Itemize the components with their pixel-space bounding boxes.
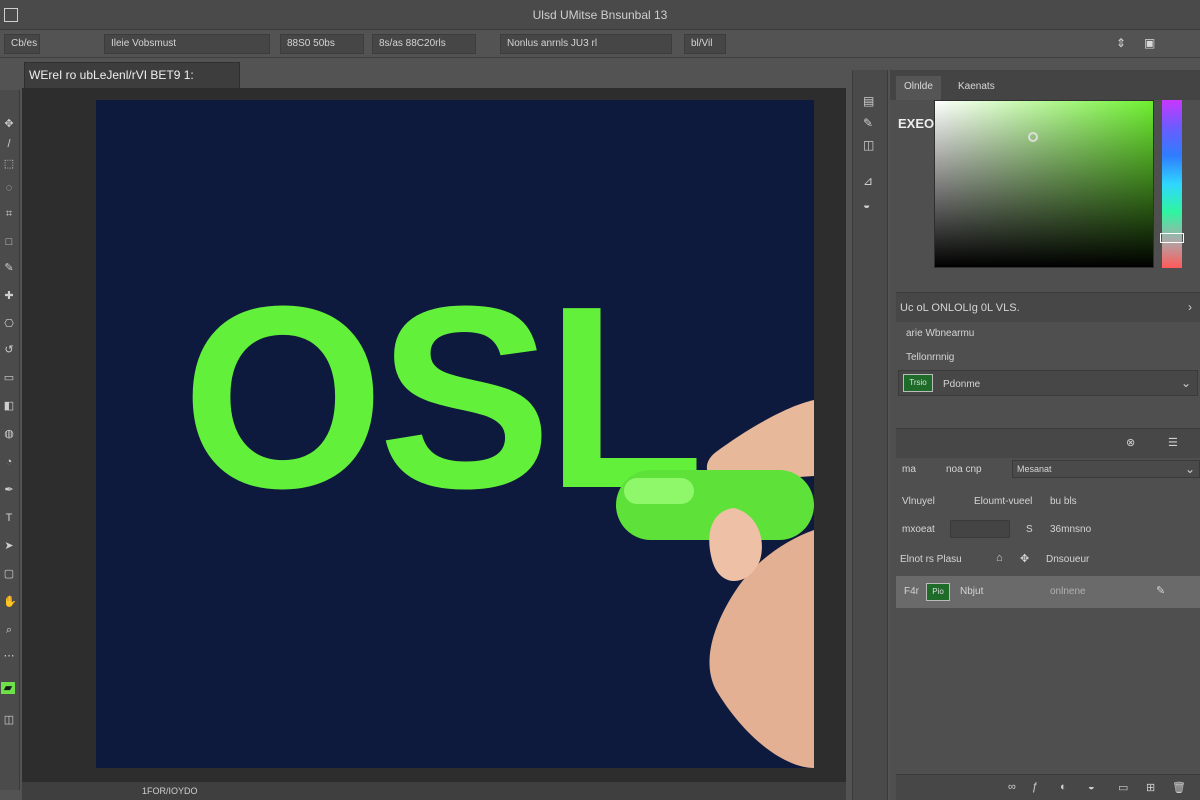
zoom-tool-icon[interactable]: ⌕ <box>3 624 15 636</box>
pen-tool-icon[interactable]: ✒ <box>3 484 15 496</box>
preset-label: Pdonme <box>943 379 981 390</box>
eraser-tool-icon[interactable]: ▭ <box>3 372 15 384</box>
move-tool-icon[interactable]: ✥ <box>3 118 15 130</box>
tools-panel: ✥ / ⬚ ◌ ⌗ □ ✎ ✚ ⎔ ↺ ▭ ◧ ◍ ◔ ✒ T ➤ ▢ ✋ ⌕ … <box>0 90 20 790</box>
options-field-3[interactable]: 88S0 50bs <box>280 34 364 54</box>
frame-tool-icon[interactable]: □ <box>3 236 15 248</box>
blend-kind: noa cnp <box>946 464 982 475</box>
path-selection-icon[interactable]: ➤ <box>3 540 15 552</box>
color-picker-cursor[interactable] <box>1028 132 1038 142</box>
properties-header: Uc oL ONLOLIg 0L VLS. › <box>896 292 1200 322</box>
layer-name[interactable]: Nbjut <box>960 586 983 597</box>
hex-label: EXEO <box>898 116 935 131</box>
fill-slider[interactable] <box>950 520 1010 538</box>
layers-footer: ∞ ƒ ◐ ◒ ▭ ⊞ 🗑 <box>896 774 1200 800</box>
options-field-5[interactable]: Nonlus anrnls JU3 rl <box>500 34 672 54</box>
clone-tool-icon[interactable]: ⎔ <box>3 318 15 330</box>
layer-extra: onlnene <box>1050 586 1086 597</box>
foreground-color-icon[interactable]: ▰ <box>1 682 15 694</box>
marquee-tool-icon[interactable]: ⬚ <box>3 158 15 170</box>
color-panel-tabs: Olnlde Kaenats <box>890 70 1200 100</box>
layer-row[interactable]: F4r Pio Nbjut onlnene ✎ <box>896 576 1200 608</box>
fx-icon[interactable]: ƒ <box>1032 781 1038 793</box>
layer-style-icon[interactable]: ✎ <box>1156 584 1165 597</box>
right-panel: Olnlde Kaenats EXEO Uc oL ONLOLIg 0L VLS… <box>890 70 1200 800</box>
hand-holding-marker <box>616 400 814 768</box>
options-field-1[interactable]: Cb/es <box>4 34 40 54</box>
fill-value[interactable]: S <box>1026 524 1033 535</box>
opacity-value[interactable]: Eloumt-vueel <box>974 496 1032 507</box>
lock-options: Dnsoueur <box>1046 554 1090 565</box>
blend-mode-select[interactable]: Mesanat ⌄ <box>1012 460 1200 478</box>
history-brush-icon[interactable]: ↺ <box>3 344 15 356</box>
filter-icon[interactable]: ⊗ <box>1126 436 1135 449</box>
eyedropper-tool-icon[interactable]: ✎ <box>3 262 15 274</box>
properties-row-1: arie Wbnearmu <box>906 328 975 339</box>
trash-icon[interactable]: 🗑 <box>1172 781 1186 794</box>
tab-swatches[interactable]: Kaenats <box>950 76 1003 100</box>
panel-menu-icon[interactable]: ☰ <box>1168 436 1178 449</box>
layer-visibility[interactable]: F4r <box>904 586 919 597</box>
workspace-icon[interactable]: ▣ <box>1144 36 1155 50</box>
options-field-4[interactable]: 8s/as 88C20rls <box>372 34 476 54</box>
preset-dropdown[interactable]: Trsio Pdonme ⌄ <box>898 370 1198 396</box>
window-title: Ulsd UMitse Bnsunbal 13 <box>532 8 668 22</box>
crop-tool-icon[interactable]: ⌗ <box>3 208 15 220</box>
color-field[interactable] <box>934 100 1154 268</box>
opacity-label: Vlnuyel <box>902 496 935 507</box>
lock-icon[interactable]: ⌂ <box>996 552 1003 564</box>
clone-panel-icon[interactable]: ◒ <box>863 198 870 212</box>
fill-percent[interactable]: 36mnsno <box>1050 524 1091 535</box>
blend-label: ma <box>902 464 916 475</box>
adjustment-layer-icon[interactable]: ◒ <box>1088 781 1095 793</box>
arrange-icon[interactable]: ⇕ <box>1116 36 1126 50</box>
properties-row-2: Tellonrnnig <box>906 352 955 363</box>
lasso-tool-icon[interactable]: ◌ <box>3 182 15 194</box>
preset-swatch: Trsio <box>903 374 933 392</box>
chevron-down-icon: ⌄ <box>1184 462 1195 476</box>
collapse-chevron-icon[interactable]: › <box>1188 300 1192 314</box>
brush-tool-icon[interactable]: / <box>3 138 15 150</box>
options-bar: Cb/es Ileie Vobsmust 88S0 50bs 8s/as 88C… <box>0 30 1200 58</box>
type-tool-icon[interactable]: T <box>3 512 15 524</box>
properties-panel-icon[interactable]: ✎ <box>863 116 873 130</box>
lock-move-icon[interactable]: ✥ <box>1020 552 1029 565</box>
options-field-6[interactable]: bl/Vil <box>684 34 726 54</box>
artwork-canvas[interactable]: OSL <box>96 100 814 768</box>
hue-slider-handle[interactable] <box>1160 233 1184 243</box>
shape-tool-icon[interactable]: ▢ <box>3 568 15 580</box>
blur-tool-icon[interactable]: ◍ <box>3 428 15 440</box>
dodge-tool-icon[interactable]: ◔ <box>3 456 15 468</box>
quick-mask-icon[interactable]: ◫ <box>3 714 15 726</box>
lock-label: Elnot rs Plasu <box>900 554 962 565</box>
options-field-2[interactable]: Ileie Vobsmust <box>104 34 270 54</box>
status-bar: 1FOR/IOYDO <box>22 782 846 800</box>
layer-thumbnail: Pio <box>926 583 950 601</box>
panel-icon-dock: ▤ ✎ ◫ ⊿ ◒ <box>852 70 888 800</box>
link-layers-icon[interactable]: ∞ <box>1008 781 1016 793</box>
group-icon[interactable]: ▭ <box>1118 781 1128 794</box>
opacity-percent[interactable]: bu bls <box>1050 496 1077 507</box>
gradient-tool-icon[interactable]: ◧ <box>3 400 15 412</box>
tab-color[interactable]: Olnlde <box>896 76 941 100</box>
new-layer-icon[interactable]: ⊞ <box>1146 781 1155 794</box>
mask-icon[interactable]: ◐ <box>1060 781 1067 793</box>
properties-title: Uc oL ONLOLIg 0L VLS. <box>900 302 1020 314</box>
layers-header: ⊗ ☰ <box>896 428 1200 458</box>
fill-label: mxoeat <box>902 524 935 535</box>
document-tab[interactable]: WEreI ro ubLeJenl/rVI BET9 1: <box>24 62 240 88</box>
edit-toolbar-icon[interactable]: ⋯ <box>3 650 15 662</box>
chevron-down-icon: ⌄ <box>1180 376 1191 390</box>
history-panel-icon[interactable]: ▤ <box>863 94 874 108</box>
brush-panel-icon[interactable]: ⊿ <box>863 174 873 188</box>
title-bar: Ulsd UMitse Bnsunbal 13 <box>0 0 1200 30</box>
hand-tool-icon[interactable]: ✋ <box>3 596 17 608</box>
healing-tool-icon[interactable]: ✚ <box>3 290 15 302</box>
adjustments-panel-icon[interactable]: ◫ <box>863 138 874 152</box>
zoom-readout: 1FOR/IOYDO <box>142 786 198 796</box>
